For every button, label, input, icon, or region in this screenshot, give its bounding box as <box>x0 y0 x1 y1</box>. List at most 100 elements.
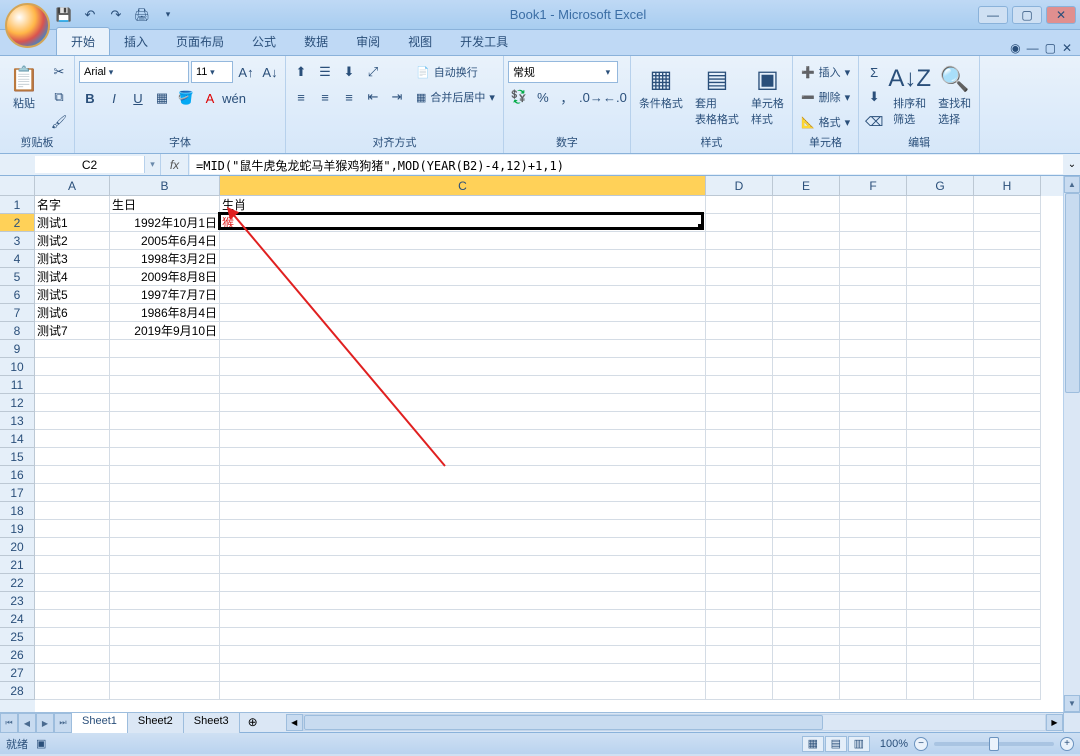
bold-icon[interactable]: B <box>79 87 101 109</box>
cell-B24[interactable] <box>110 610 220 628</box>
cells-area[interactable]: 名字生日生肖测试11992年10月1日猴测试22005年6月4日测试31998年… <box>35 196 1063 712</box>
cell-C3[interactable] <box>220 232 706 250</box>
row-header-12[interactable]: 12 <box>0 394 35 412</box>
cell-G22[interactable] <box>907 574 974 592</box>
cell-D15[interactable] <box>706 448 773 466</box>
cell-A6[interactable]: 测试5 <box>35 286 110 304</box>
normal-view-icon[interactable]: ▦ <box>802 736 824 752</box>
cell-D17[interactable] <box>706 484 773 502</box>
cell-F14[interactable] <box>840 430 907 448</box>
format-cells-button[interactable]: 📐 格式 ▾ <box>797 111 854 133</box>
fill-icon[interactable]: ⬇ <box>863 86 885 108</box>
grow-font-icon[interactable]: A↑ <box>235 61 257 83</box>
cell-F18[interactable] <box>840 502 907 520</box>
ribbon-tab-5[interactable]: 审阅 <box>342 28 394 55</box>
col-header-A[interactable]: A <box>35 176 110 196</box>
cell-H20[interactable] <box>974 538 1041 556</box>
cell-H8[interactable] <box>974 322 1041 340</box>
col-header-H[interactable]: H <box>974 176 1041 196</box>
cell-styles-button[interactable]: ▣单元格 样式 <box>747 61 788 129</box>
cell-D16[interactable] <box>706 466 773 484</box>
cell-A7[interactable]: 测试6 <box>35 304 110 322</box>
row-header-28[interactable]: 28 <box>0 682 35 700</box>
cell-A18[interactable] <box>35 502 110 520</box>
cell-F15[interactable] <box>840 448 907 466</box>
cell-E22[interactable] <box>773 574 840 592</box>
align-center-icon[interactable]: ≡ <box>314 86 336 108</box>
scroll-down-icon[interactable]: ▼ <box>1064 695 1080 712</box>
cell-E16[interactable] <box>773 466 840 484</box>
close-button[interactable]: ✕ <box>1046 6 1076 24</box>
sheet-nav-next-icon[interactable]: ▶ <box>36 713 54 733</box>
cell-G25[interactable] <box>907 628 974 646</box>
clear-icon[interactable]: ⌫ <box>863 111 885 133</box>
cell-D11[interactable] <box>706 376 773 394</box>
sheet-nav-first-icon[interactable]: ⏮ <box>0 713 18 733</box>
row-header-22[interactable]: 22 <box>0 574 35 592</box>
orientation-icon[interactable]: ⤢ <box>362 61 384 83</box>
row-header-11[interactable]: 11 <box>0 376 35 394</box>
cell-G24[interactable] <box>907 610 974 628</box>
cell-A19[interactable] <box>35 520 110 538</box>
cell-F3[interactable] <box>840 232 907 250</box>
cell-F1[interactable] <box>840 196 907 214</box>
spreadsheet-grid[interactable]: ABCDEFGH 1234567891011121314151617181920… <box>0 176 1080 712</box>
cell-D26[interactable] <box>706 646 773 664</box>
cell-D2[interactable] <box>706 214 773 232</box>
cell-G8[interactable] <box>907 322 974 340</box>
cell-B8[interactable]: 2019年9月10日 <box>110 322 220 340</box>
cell-B22[interactable] <box>110 574 220 592</box>
align-top-icon[interactable]: ⬆ <box>290 61 312 83</box>
shrink-font-icon[interactable]: A↓ <box>259 61 281 83</box>
cell-D7[interactable] <box>706 304 773 322</box>
row-header-21[interactable]: 21 <box>0 556 35 574</box>
row-header-25[interactable]: 25 <box>0 628 35 646</box>
cell-D14[interactable] <box>706 430 773 448</box>
cell-B10[interactable] <box>110 358 220 376</box>
scroll-up-icon[interactable]: ▲ <box>1064 176 1080 193</box>
cell-H12[interactable] <box>974 394 1041 412</box>
cell-H3[interactable] <box>974 232 1041 250</box>
cell-C22[interactable] <box>220 574 706 592</box>
cell-E25[interactable] <box>773 628 840 646</box>
cell-F2[interactable] <box>840 214 907 232</box>
cell-C28[interactable] <box>220 682 706 700</box>
cell-G7[interactable] <box>907 304 974 322</box>
cell-B14[interactable] <box>110 430 220 448</box>
cell-A12[interactable] <box>35 394 110 412</box>
font-name-combo[interactable]: Arial▾ <box>79 61 189 83</box>
cell-F20[interactable] <box>840 538 907 556</box>
cell-D8[interactable] <box>706 322 773 340</box>
cell-H7[interactable] <box>974 304 1041 322</box>
cell-A15[interactable] <box>35 448 110 466</box>
cell-G1[interactable] <box>907 196 974 214</box>
cell-G14[interactable] <box>907 430 974 448</box>
cell-E3[interactable] <box>773 232 840 250</box>
cell-A28[interactable] <box>35 682 110 700</box>
cell-C11[interactable] <box>220 376 706 394</box>
insert-cells-button[interactable]: ➕ 插入 ▾ <box>797 61 854 83</box>
sheet-tab-Sheet3[interactable]: Sheet3 <box>184 713 240 733</box>
cell-G5[interactable] <box>907 268 974 286</box>
format-as-table-button[interactable]: ▤套用 表格格式 <box>691 61 743 129</box>
row-header-2[interactable]: 2 <box>0 214 35 232</box>
col-header-D[interactable]: D <box>706 176 773 196</box>
italic-icon[interactable]: I <box>103 87 125 109</box>
print-icon[interactable]: 🖨 <box>132 5 152 25</box>
cell-H11[interactable] <box>974 376 1041 394</box>
office-button[interactable] <box>5 3 50 48</box>
cell-G10[interactable] <box>907 358 974 376</box>
cell-G26[interactable] <box>907 646 974 664</box>
ribbon-tab-7[interactable]: 开发工具 <box>446 28 522 55</box>
cell-C26[interactable] <box>220 646 706 664</box>
cell-C14[interactable] <box>220 430 706 448</box>
wrap-text-button[interactable]: 📄 自动换行 <box>412 61 499 83</box>
cell-C10[interactable] <box>220 358 706 376</box>
paste-button[interactable]: 📋 粘贴 <box>4 61 44 113</box>
cell-D27[interactable] <box>706 664 773 682</box>
cell-D28[interactable] <box>706 682 773 700</box>
align-left-icon[interactable]: ≡ <box>290 86 312 108</box>
cell-F28[interactable] <box>840 682 907 700</box>
cell-D18[interactable] <box>706 502 773 520</box>
col-header-C[interactable]: C <box>220 176 706 196</box>
